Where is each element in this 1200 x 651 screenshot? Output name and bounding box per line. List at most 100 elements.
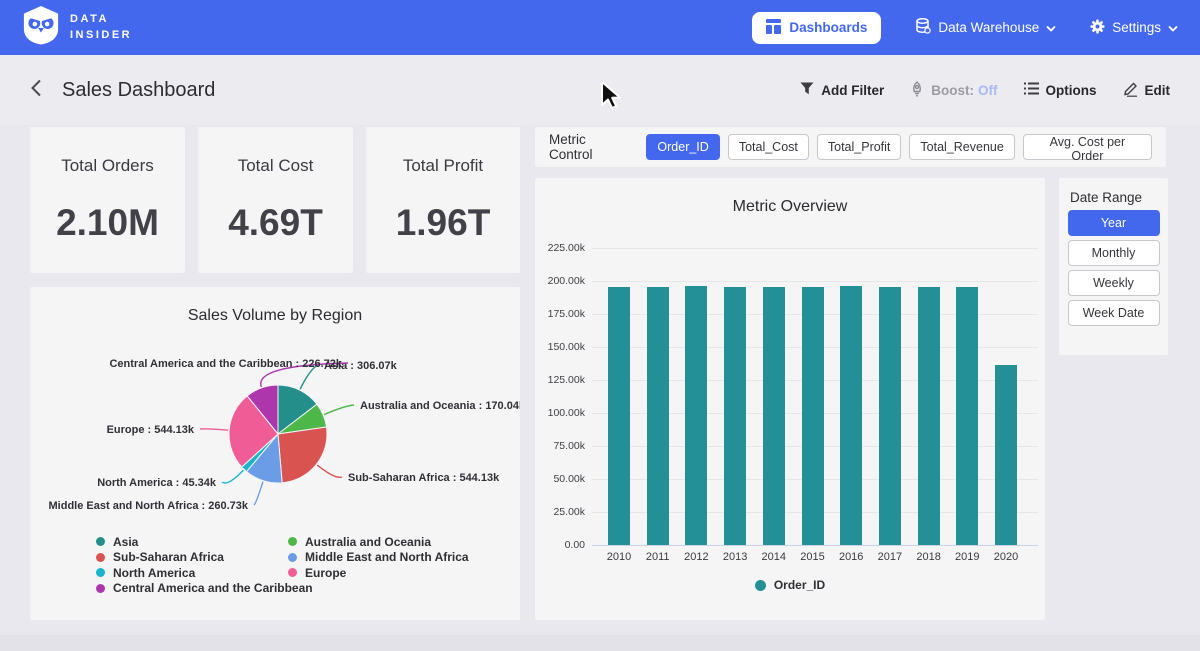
- metric-option-total-profit[interactable]: Total_Profit: [817, 134, 902, 160]
- bar-2018[interactable]: [918, 287, 940, 545]
- legend-dot: [288, 553, 297, 562]
- dashboards-grid-icon: [766, 19, 781, 37]
- date-range-option-year[interactable]: Year: [1068, 210, 1160, 236]
- add-filter-button[interactable]: Add Filter: [800, 82, 884, 98]
- y-tick-label: 200.00k: [548, 275, 585, 287]
- bar-2020[interactable]: [995, 365, 1017, 545]
- pie-legend-item-middle-east-and-north-africa[interactable]: Middle East and North Africa: [288, 550, 469, 566]
- y-tick-label: 225.00k: [548, 242, 585, 254]
- legend-label: Order_ID: [774, 578, 825, 592]
- metric-option-avg-cost-per-order[interactable]: Avg. Cost per Order: [1023, 134, 1152, 160]
- legend-label: Europe: [305, 566, 346, 580]
- boost-rocket-icon: [910, 81, 924, 100]
- x-tick-label: 2014: [762, 551, 786, 563]
- metric-overview-chart-panel: Metric Overview 0.0025.00k50.00k75.00k10…: [535, 178, 1045, 620]
- legend-label: North America: [113, 566, 195, 580]
- filter-funnel-icon: [800, 82, 814, 98]
- legend-label: Sub-Saharan Africa: [113, 550, 224, 564]
- legend-label: Asia: [113, 535, 138, 549]
- bar-2017[interactable]: [879, 287, 901, 545]
- kpi-label: Total Profit: [403, 156, 483, 176]
- y-tick-label: 25.00k: [553, 506, 585, 518]
- bar-2013[interactable]: [724, 287, 746, 545]
- kpi-value: 2.10M: [56, 202, 159, 244]
- bar-2016[interactable]: [840, 286, 862, 545]
- metric-option-total-cost[interactable]: Total_Cost: [728, 134, 809, 160]
- edit-pencil-icon: [1123, 81, 1138, 100]
- y-tick-label: 100.00k: [548, 407, 585, 419]
- pie-slice-label: Europe : 544.13k: [107, 424, 195, 436]
- y-tick-label: 175.00k: [548, 308, 585, 320]
- bar-2011[interactable]: [647, 287, 669, 545]
- nav-dashboards-button[interactable]: Dashboards: [752, 12, 881, 44]
- date-range-options: Year Monthly Weekly Week Date: [1059, 210, 1168, 330]
- pie-slice-sub-saharan-africa[interactable]: [278, 427, 327, 483]
- y-tick-label: 50.00k: [553, 473, 585, 485]
- x-tick-label: 2019: [955, 551, 979, 563]
- pie-legend-item-north-america[interactable]: North America: [96, 565, 313, 581]
- app-root: DATA INSIDER Dashboards: [0, 0, 1200, 651]
- bar-2012[interactable]: [685, 286, 707, 545]
- nav-data-warehouse[interactable]: Data Warehouse: [915, 18, 1056, 37]
- pie-legend-item-australia-and-oceania[interactable]: Australia and Oceania: [288, 534, 469, 550]
- legend-dot: [96, 537, 105, 546]
- pie-legend-item-asia[interactable]: Asia: [96, 534, 313, 550]
- kpi-value: 1.96T: [396, 202, 491, 244]
- x-tick-label: 2017: [878, 551, 902, 563]
- metric-control-bar: Metric Control Order_ID Total_Cost Total_P…: [535, 127, 1166, 167]
- x-tick-label: 2015: [800, 551, 824, 563]
- pie-slice-label: Sub-Saharan Africa : 544.13k: [348, 472, 500, 484]
- bar-chart-x-axis: 2010201120122013201420152016201720182019…: [592, 551, 1038, 567]
- x-tick-label: 2010: [607, 551, 631, 563]
- database-icon: [915, 18, 931, 37]
- page-title: Sales Dashboard: [62, 79, 215, 102]
- x-tick-label: 2018: [916, 551, 940, 563]
- page-header: Sales Dashboard Add Filter Boost: Off: [0, 55, 1200, 125]
- date-range-option-monthly[interactable]: Monthly: [1068, 240, 1160, 266]
- footer-strip: [0, 635, 1200, 651]
- bar-2019[interactable]: [956, 287, 978, 545]
- gear-icon: [1090, 19, 1105, 37]
- brand-name: DATA INSIDER: [70, 12, 132, 44]
- date-range-label: Date Range: [1070, 190, 1142, 205]
- top-navbar: DATA INSIDER Dashboards: [0, 0, 1200, 55]
- x-tick-label: 2012: [684, 551, 708, 563]
- pie-legend-item-europe[interactable]: Europe: [288, 565, 469, 581]
- legend-dot: [96, 568, 105, 577]
- gridline: [592, 281, 1038, 282]
- metric-control-label: Metric Control: [549, 132, 632, 162]
- edit-button[interactable]: Edit: [1123, 81, 1171, 100]
- nav-settings[interactable]: Settings: [1090, 19, 1178, 37]
- pie-label-leader-line: [254, 482, 263, 505]
- metric-option-order-id[interactable]: Order_ID: [646, 134, 719, 160]
- pie-legend-item-central-america-and-the-caribbean[interactable]: Central America and the Caribbean: [96, 581, 313, 597]
- pie-legend-item-sub-saharan-africa[interactable]: Sub-Saharan Africa: [96, 550, 313, 566]
- bar-2015[interactable]: [802, 287, 824, 545]
- x-tick-label: 2013: [723, 551, 747, 563]
- bar-chart-legend: Order_ID: [535, 578, 1045, 592]
- chevron-down-icon: [1168, 20, 1178, 35]
- back-button[interactable]: [30, 79, 42, 102]
- boost-status-value: Off: [978, 83, 998, 98]
- date-range-option-weekly[interactable]: Weekly: [1068, 270, 1160, 296]
- pie-label-leader-line: [200, 429, 228, 430]
- boost-toggle[interactable]: Boost: Off: [910, 81, 997, 100]
- pie-slice-label: Middle East and North Africa : 260.73k: [49, 500, 249, 512]
- legend-dot: [288, 568, 297, 577]
- bar-2010[interactable]: [608, 287, 630, 545]
- gridline: [592, 248, 1038, 249]
- gridline: [592, 545, 1038, 546]
- bar-chart-plot-area: [592, 248, 1038, 545]
- sales-volume-pie-panel: Sales Volume by Region Asia : 306.07kAus…: [30, 287, 520, 620]
- options-button[interactable]: Options: [1024, 82, 1097, 98]
- brand-logo[interactable]: DATA INSIDER: [22, 5, 132, 50]
- metric-option-total-revenue[interactable]: Total_Revenue: [909, 134, 1014, 160]
- bar-2014[interactable]: [763, 287, 785, 545]
- x-tick-label: 2016: [839, 551, 863, 563]
- kpi-label: Total Orders: [61, 156, 154, 176]
- pie-label-leader-line: [317, 465, 342, 477]
- pie-label-leader-line: [222, 470, 243, 483]
- date-range-option-week-date[interactable]: Week Date: [1068, 300, 1160, 326]
- y-tick-label: 125.00k: [548, 374, 585, 386]
- chart-title: Metric Overview: [535, 198, 1045, 216]
